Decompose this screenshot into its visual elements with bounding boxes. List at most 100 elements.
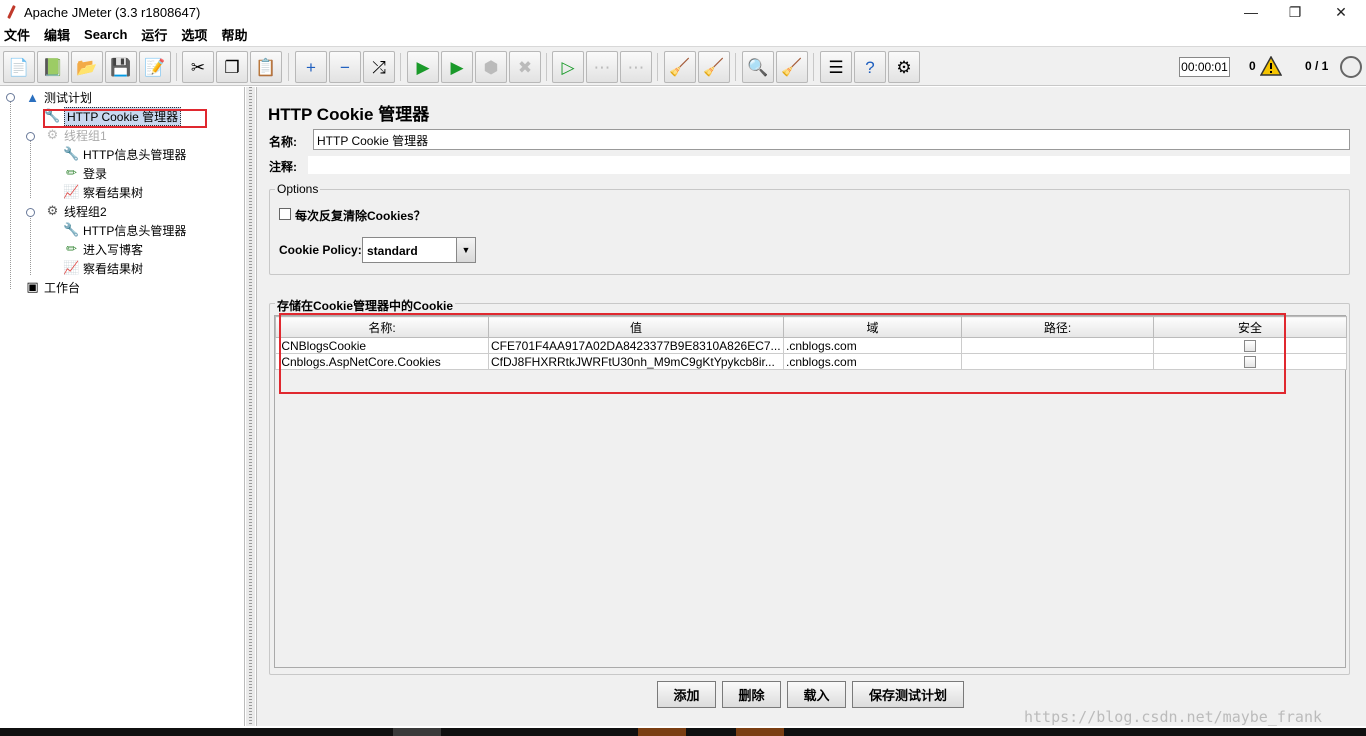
comment-input[interactable]	[308, 156, 1350, 174]
toolbar-divider	[546, 53, 547, 81]
toolbar-divider	[735, 53, 736, 81]
tree-node-login-sampler[interactable]: ✏ 登录	[63, 164, 107, 182]
pipette-icon: ✏	[66, 165, 77, 180]
tree-node-results-tree[interactable]: 📈 察看结果树	[63, 259, 143, 277]
cookie-policy-select[interactable]: standard ▼	[362, 237, 476, 263]
toggle-icon[interactable]: ⤮	[363, 51, 395, 83]
copy-icon[interactable]: ❐	[216, 51, 248, 83]
elapsed-time: 00:00:01	[1179, 57, 1230, 77]
cookie-manager-panel: HTTP Cookie 管理器 名称: HTTP Cookie 管理器 注释: …	[256, 87, 1366, 726]
minimize-button[interactable]: —	[1228, 0, 1274, 24]
remote-stop-icon[interactable]: ⋯	[586, 51, 618, 83]
panel-title: HTTP Cookie 管理器	[268, 105, 430, 124]
warning-icon[interactable]	[1260, 56, 1282, 76]
cookie-policy-label: Cookie Policy:	[279, 243, 362, 257]
test-plan-tree: ▲ 测试计划 🔧 HTTP Cookie 管理器 ⚙ 线程组1 🔧 HTTP信息…	[0, 87, 245, 726]
tree-node-header-manager[interactable]: 🔧 HTTP信息头管理器	[63, 145, 186, 163]
options-group-title: Options	[275, 182, 321, 196]
wrench-icon: 🔧	[63, 146, 80, 161]
toolbar-divider	[813, 53, 814, 81]
tree-connector	[30, 137, 31, 198]
window-title: Apache JMeter (3.3 r1808647)	[24, 4, 201, 20]
menu-file[interactable]: 文件	[4, 25, 30, 44]
expand-icon[interactable]: +	[295, 51, 327, 83]
remote-shutdown-icon[interactable]: ⋯	[620, 51, 652, 83]
menu-help[interactable]: 帮助	[221, 25, 247, 44]
menu-search[interactable]: Search	[84, 27, 127, 42]
close-button[interactable]: ✕	[1318, 0, 1364, 24]
remote-start-icon[interactable]: ▷	[552, 51, 584, 83]
clear-each-iteration-label: 每次反复清除Cookies？	[295, 209, 426, 223]
expand-toggle[interactable]	[26, 208, 35, 217]
tree-node-blog-sampler[interactable]: ✏ 进入写博客	[63, 240, 143, 258]
delete-button[interactable]: 删除	[722, 681, 781, 708]
start-no-pause-icon[interactable]: ▶	[441, 51, 473, 83]
wrench-icon: 🔧	[63, 222, 80, 237]
title-bar: Apache JMeter (3.3 r1808647) — ❐ ✕	[0, 0, 1366, 24]
name-label: 名称:	[269, 135, 297, 149]
taskbar-item[interactable]	[393, 728, 441, 736]
jmeter-feather-icon	[4, 4, 20, 20]
chevron-down-icon: ▼	[456, 238, 475, 262]
clear-icon[interactable]: 🧹	[664, 51, 696, 83]
split-pane-divider[interactable]	[246, 87, 255, 726]
warning-count: 0	[1249, 59, 1256, 73]
logger-icon[interactable]: ⚙	[888, 51, 920, 83]
save-test-plan-button[interactable]: 保存测试计划	[852, 681, 964, 708]
gear-icon: ⚙	[46, 203, 59, 218]
menu-bar: 文件 编辑 Search 运行 选项 帮助	[0, 24, 1366, 45]
tree-node-workbench[interactable]: ▣ 工作台	[24, 278, 80, 296]
stored-cookies-title: 存储在Cookie管理器中的Cookie	[275, 297, 456, 314]
add-button[interactable]: 添加	[657, 681, 716, 708]
menu-run[interactable]: 运行	[141, 25, 167, 44]
menu-edit[interactable]: 编辑	[44, 25, 70, 44]
clear-all-icon[interactable]: 🧹	[698, 51, 730, 83]
tree-node-thread-group-1[interactable]: ⚙ 线程组1	[44, 126, 107, 144]
save-as-icon[interactable]: 📝	[139, 51, 171, 83]
reset-search-icon[interactable]: 🧹	[776, 51, 808, 83]
annotation-highlight-box	[279, 313, 1286, 394]
tree-connector	[30, 213, 31, 275]
taskbar-item[interactable]	[736, 728, 784, 736]
tree-node-header-manager[interactable]: 🔧 HTTP信息头管理器	[63, 221, 186, 239]
chart-icon: 📈	[63, 184, 80, 199]
name-input[interactable]: HTTP Cookie 管理器	[313, 129, 1350, 150]
clear-each-iteration-checkbox[interactable]	[279, 208, 291, 220]
tree-node-thread-group-2[interactable]: ⚙ 线程组2	[44, 202, 107, 220]
save-icon[interactable]: 💾	[105, 51, 137, 83]
maximize-button[interactable]: ❐	[1272, 0, 1318, 24]
tree-connector	[10, 99, 11, 289]
active-threads: 0 / 1	[1305, 59, 1329, 73]
expand-toggle[interactable]	[6, 93, 15, 102]
collapse-icon[interactable]: −	[329, 51, 361, 83]
toolbar: 📄 📗 📂 💾 📝 ✂ ❐ 📋 + − ⤮ ▶ ▶ ⬢ ✖ ▷ ⋯ ⋯ 🧹 🧹 …	[0, 46, 1366, 86]
tree-node-test-plan[interactable]: ▲ 测试计划	[24, 88, 92, 106]
help-icon[interactable]: ?	[854, 51, 886, 83]
cut-icon[interactable]: ✂	[182, 51, 214, 83]
new-icon[interactable]: 📄	[3, 51, 35, 83]
toolbar-divider	[657, 53, 658, 81]
stop-icon[interactable]: ⬢	[475, 51, 507, 83]
workbench-icon: ▣	[26, 279, 39, 294]
expand-toggle[interactable]	[26, 132, 35, 141]
start-icon[interactable]: ▶	[407, 51, 439, 83]
paste-icon[interactable]: 📋	[250, 51, 282, 83]
gear-icon: ⚙	[46, 127, 59, 142]
search-icon[interactable]: 🔍	[742, 51, 774, 83]
function-helper-icon[interactable]: ☰	[820, 51, 852, 83]
taskbar	[0, 728, 1366, 736]
toolbar-divider	[288, 53, 289, 81]
comment-label: 注释:	[269, 160, 297, 174]
shutdown-icon[interactable]: ✖	[509, 51, 541, 83]
menu-options[interactable]: 选项	[181, 25, 207, 44]
open-icon[interactable]: 📂	[71, 51, 103, 83]
annotation-highlight-box	[43, 109, 207, 128]
toolbar-divider	[400, 53, 401, 81]
taskbar-item[interactable]	[638, 728, 686, 736]
tree-node-results-tree[interactable]: 📈 察看结果树	[63, 183, 143, 201]
templates-icon[interactable]: 📗	[37, 51, 69, 83]
cookie-policy-value: standard	[367, 244, 418, 258]
running-indicator-icon	[1340, 56, 1362, 78]
load-button[interactable]: 载入	[787, 681, 846, 708]
pipette-icon: ✏	[66, 241, 77, 256]
